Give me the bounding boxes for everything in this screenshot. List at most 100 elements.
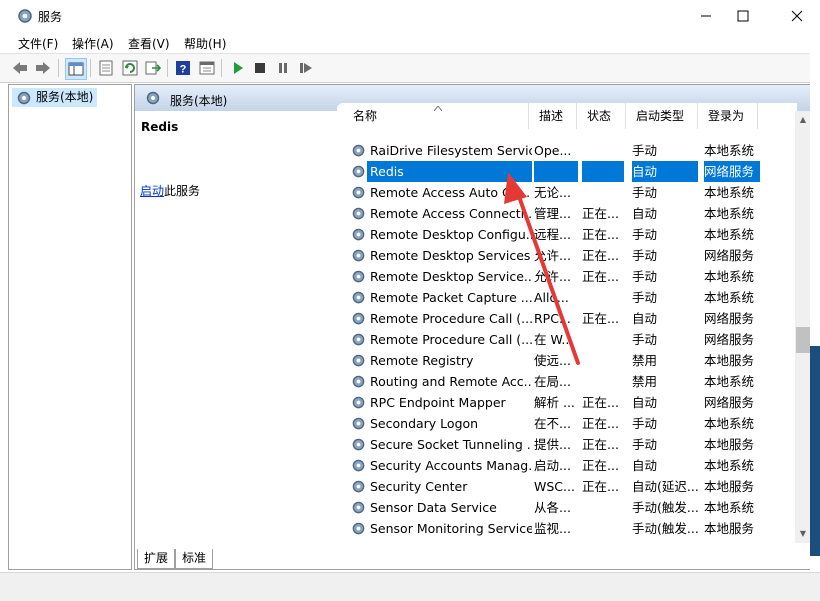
service-status xyxy=(582,518,624,539)
service-row[interactable]: Remote Desktop Services 允许... 正在... 手动 网络服务 xyxy=(337,245,762,266)
menu-file[interactable]: 文件(F) xyxy=(18,35,58,52)
service-row[interactable]: Remote Registry 使远... 禁用 本地服务 xyxy=(337,350,762,371)
service-row[interactable]: Redis 自动 网络服务 xyxy=(337,161,762,182)
console-button[interactable] xyxy=(197,58,217,78)
minimize-icon xyxy=(701,15,711,16)
tab-extended[interactable]: 扩展 xyxy=(137,549,176,569)
service-row[interactable]: Routing and Remote Acc... 在局... 禁用 本地系统 xyxy=(337,371,762,392)
service-logon-as: 本地系统 xyxy=(704,416,755,431)
column-header-status[interactable]: 状态 xyxy=(577,103,626,129)
tab-standard-label: 标准 xyxy=(182,551,207,565)
tree-item-label: 服务(本地) xyxy=(36,90,94,104)
service-startup-type: 手动 xyxy=(632,332,658,347)
column-header-description[interactable]: 描述 xyxy=(529,103,577,129)
service-row[interactable]: Remote Desktop Configu... 远程... 正在... 手动 本地系… xyxy=(337,224,762,245)
refresh-button[interactable] xyxy=(120,58,140,78)
service-status: 正在... xyxy=(582,479,619,494)
service-logon-as: 本地系统 xyxy=(704,185,755,200)
console-icon xyxy=(199,61,215,75)
service-status: 正在... xyxy=(582,227,619,242)
back-icon xyxy=(13,62,27,74)
menu-help[interactable]: 帮助(H) xyxy=(184,35,226,52)
menu-view[interactable]: 查看(V) xyxy=(128,35,170,52)
column-header-name[interactable]: 名称 xyxy=(337,103,529,129)
service-row[interactable]: RaiDrive Filesystem Service Ope... 手动 本地系统 xyxy=(337,140,762,161)
services-pane: 服务(本地) Redis 启动此服务 名称 描述 状态 启动类型 登录为 Rai… xyxy=(134,84,812,570)
service-description: 在 W... xyxy=(534,332,574,347)
scroll-up-icon[interactable]: ▲ xyxy=(798,115,808,125)
selected-service-title: Redis xyxy=(141,120,179,134)
service-description: 提供... xyxy=(534,437,571,452)
service-description: 启动... xyxy=(534,458,571,473)
service-row[interactable]: Secure Socket Tunneling ... 提供... 正在... 手动 本… xyxy=(337,434,762,455)
show-tree-icon xyxy=(68,62,84,76)
start-service-suffix: 此服务 xyxy=(164,184,201,198)
service-row[interactable]: Security Accounts Manag... 启动... 正在... 自动 本地… xyxy=(337,455,762,476)
stop-icon xyxy=(255,63,265,73)
back-button[interactable] xyxy=(10,58,30,78)
service-startup-type: 手动 xyxy=(632,185,658,200)
service-row[interactable]: Sensor Service一项... 手动(触发... 本地系统 xyxy=(337,539,762,543)
service-row[interactable]: Remote Desktop Service... 允许... 正在... 手动 本地系… xyxy=(337,266,762,287)
help-button[interactable]: ? xyxy=(173,58,193,78)
start-service-button[interactable] xyxy=(228,58,248,78)
service-row[interactable]: Sensor Data Service 从各... 手动(触发... 本地系统 xyxy=(337,497,762,518)
pause-service-button[interactable] xyxy=(273,58,293,78)
service-gear-icon xyxy=(351,455,367,476)
show-tree-button[interactable] xyxy=(65,58,87,80)
properties-button[interactable] xyxy=(96,58,116,78)
service-name: Remote Access Connecti... xyxy=(370,206,532,221)
service-gear-icon xyxy=(351,287,367,308)
service-row[interactable]: Remote Access Auto Co... 无论... 手动 本地系统 xyxy=(337,182,762,203)
service-gear-icon xyxy=(351,266,367,287)
service-description: 远程... xyxy=(534,227,571,242)
service-logon-as: 本地系统 xyxy=(704,269,755,284)
service-startup-type: 禁用 xyxy=(632,374,658,389)
service-row[interactable]: Remote Procedure Call (... RPC... 正在... 自动 网… xyxy=(337,308,762,329)
service-logon-as: 网络服务 xyxy=(704,311,755,326)
close-button[interactable] xyxy=(774,0,820,31)
service-row[interactable]: Security Center WSC... 正在... 自动(延迟... 本地服务 xyxy=(337,476,762,497)
service-description: 在不... xyxy=(534,416,571,431)
start-service-link[interactable]: 启动 xyxy=(140,184,164,198)
forward-button[interactable] xyxy=(33,58,53,78)
tree-item-services-local[interactable]: 服务(本地) xyxy=(12,88,98,107)
service-row[interactable]: RPC Endpoint Mapper 解析 ... 正在... 自动 网络服务 xyxy=(337,392,762,413)
desktop-edge xyxy=(810,31,820,572)
tab-standard[interactable]: 标准 xyxy=(175,549,214,569)
service-logon-as: 本地系统 xyxy=(704,500,755,515)
service-row[interactable]: Sensor Monitoring Service 监视... 手动(触发... 本地… xyxy=(337,518,762,539)
restart-service-button[interactable] xyxy=(296,58,316,78)
scrollbar-thumb[interactable] xyxy=(796,327,810,353)
service-name: Remote Desktop Configu... xyxy=(370,227,532,242)
sort-ascending-icon xyxy=(434,106,442,111)
service-row[interactable]: Remote Packet Capture ... Allo... 手动 本地系统 xyxy=(337,287,762,308)
service-status xyxy=(582,497,624,518)
scroll-down-icon[interactable]: ▼ xyxy=(798,529,808,539)
service-startup-type: 自动 xyxy=(632,161,698,182)
service-startup-type: 手动 xyxy=(632,143,658,158)
service-name: RPC Endpoint Mapper xyxy=(370,395,506,410)
service-row[interactable]: Remote Access Connecti... 管理... 正在... 自动 本地系… xyxy=(337,203,762,224)
maximize-button[interactable] xyxy=(720,0,766,31)
status-bar xyxy=(0,572,820,601)
console-tree: 服务(本地) xyxy=(8,84,132,570)
close-icon xyxy=(791,10,803,21)
column-header-startup-type[interactable]: 启动类型 xyxy=(626,103,698,129)
stop-service-button[interactable] xyxy=(250,58,270,78)
service-name: Remote Registry xyxy=(370,353,474,368)
service-description: 监视... xyxy=(534,521,571,536)
vertical-scrollbar[interactable]: ▲ ▼ xyxy=(795,111,811,543)
service-row[interactable]: Secondary Logon 在不... 正在... 手动 本地系统 xyxy=(337,413,762,434)
service-status xyxy=(582,140,624,161)
service-name: Secure Socket Tunneling ... xyxy=(370,437,532,452)
service-name: Remote Procedure Call (... xyxy=(370,332,532,347)
service-row[interactable]: Remote Procedure Call (... 在 W... 手动 网络服务 xyxy=(337,329,762,350)
start-service-line: 启动此服务 xyxy=(140,182,200,199)
column-header-logon-as[interactable]: 登录为 xyxy=(698,103,758,129)
service-status xyxy=(582,287,624,308)
menu-action[interactable]: 操作(A) xyxy=(72,35,114,52)
export-button[interactable] xyxy=(143,58,163,78)
column-header-startup-type-label: 启动类型 xyxy=(636,109,685,123)
service-gear-icon xyxy=(351,224,367,245)
